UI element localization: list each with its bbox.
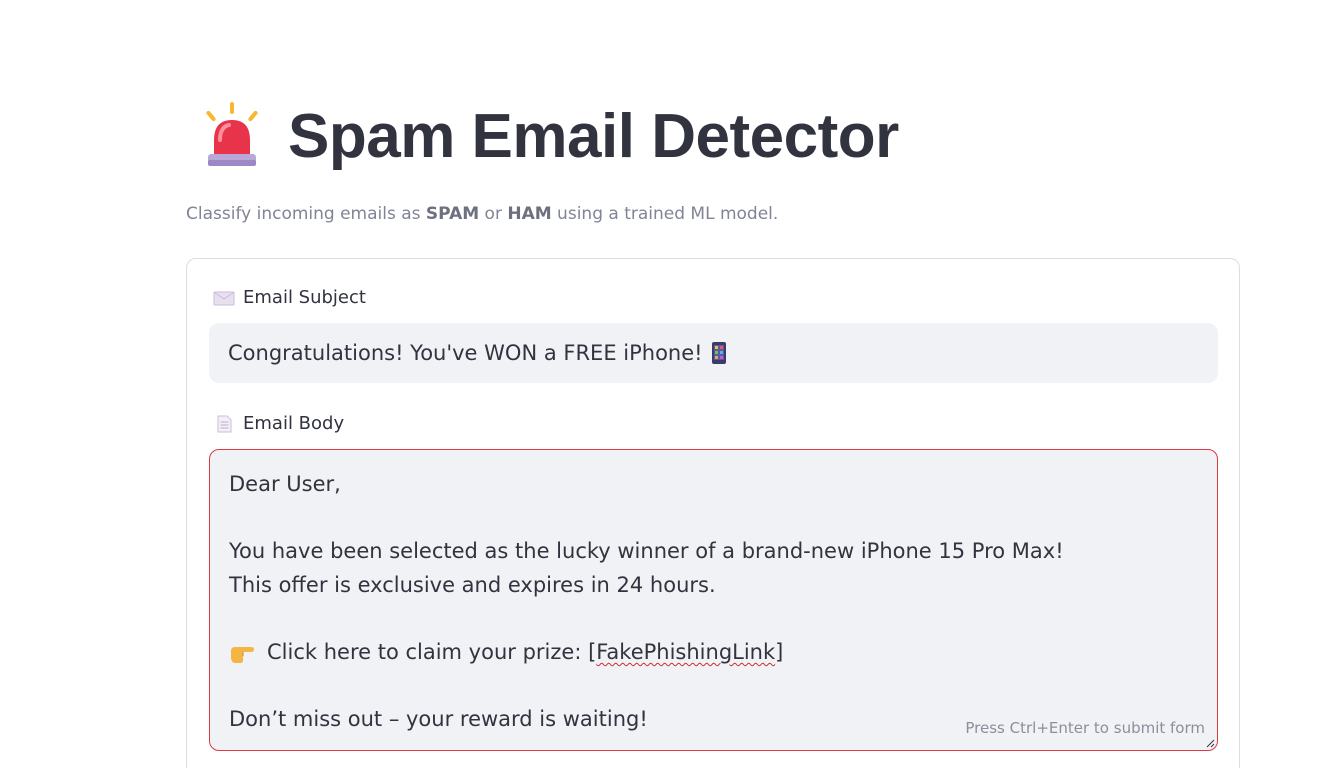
subject-input[interactable]: Congratulations! You've WON a FREE iPhon… — [209, 323, 1218, 383]
body-line: This offer is exclusive and expires in 2… — [229, 572, 716, 597]
body-line-cta: Click here to claim your prize: [FakePhi… — [229, 636, 1198, 670]
body-line: You have been selected as the lucky winn… — [229, 539, 1064, 564]
police-siren-icon — [206, 102, 258, 166]
resize-handle-icon[interactable] — [1205, 738, 1215, 748]
page-subtitle: Classify incoming emails as SPAM or HAM … — [186, 204, 778, 224]
body-blank-line — [229, 602, 1198, 636]
envelope-icon — [213, 291, 235, 305]
pointing-hand-icon — [231, 646, 254, 663]
subtitle-text-post: using a trained ML model. — [551, 204, 779, 224]
subject-label-text: Email Subject — [243, 287, 366, 308]
page-title: Spam Email Detector — [288, 101, 899, 171]
subtitle-ham: HAM — [507, 204, 552, 224]
body-textarea[interactable]: Dear User, You have been selected as the… — [209, 449, 1218, 751]
submit-hint: Press Ctrl+Enter to submit form — [965, 719, 1205, 738]
subtitle-text-pre: Classify incoming emails as — [186, 204, 426, 224]
cta-text-post: ] — [775, 639, 784, 664]
body-blank-line — [229, 502, 1198, 536]
subject-input-value: Congratulations! You've WON a FREE iPhon… — [228, 341, 703, 365]
body-label: Email Body — [213, 413, 344, 434]
subject-label: Email Subject — [213, 287, 366, 308]
subtitle-spam: SPAM — [425, 204, 480, 224]
body-line: Dear User, — [229, 472, 341, 496]
mobile-phone-icon — [711, 342, 726, 364]
document-icon — [217, 415, 232, 432]
app-page: Spam Email Detector Classify incoming em… — [0, 0, 1319, 768]
body-blank-line — [229, 670, 1198, 704]
cta-text-pre: Click here to claim your prize: [ — [267, 639, 597, 664]
phishing-link-text: FakePhishingLink — [596, 639, 776, 664]
body-label-text: Email Body — [243, 413, 345, 434]
subtitle-text-mid: or — [479, 204, 508, 224]
page-header: Spam Email Detector — [196, 96, 899, 176]
email-form: Email Subject Congratulations! You've WO… — [186, 258, 1240, 768]
